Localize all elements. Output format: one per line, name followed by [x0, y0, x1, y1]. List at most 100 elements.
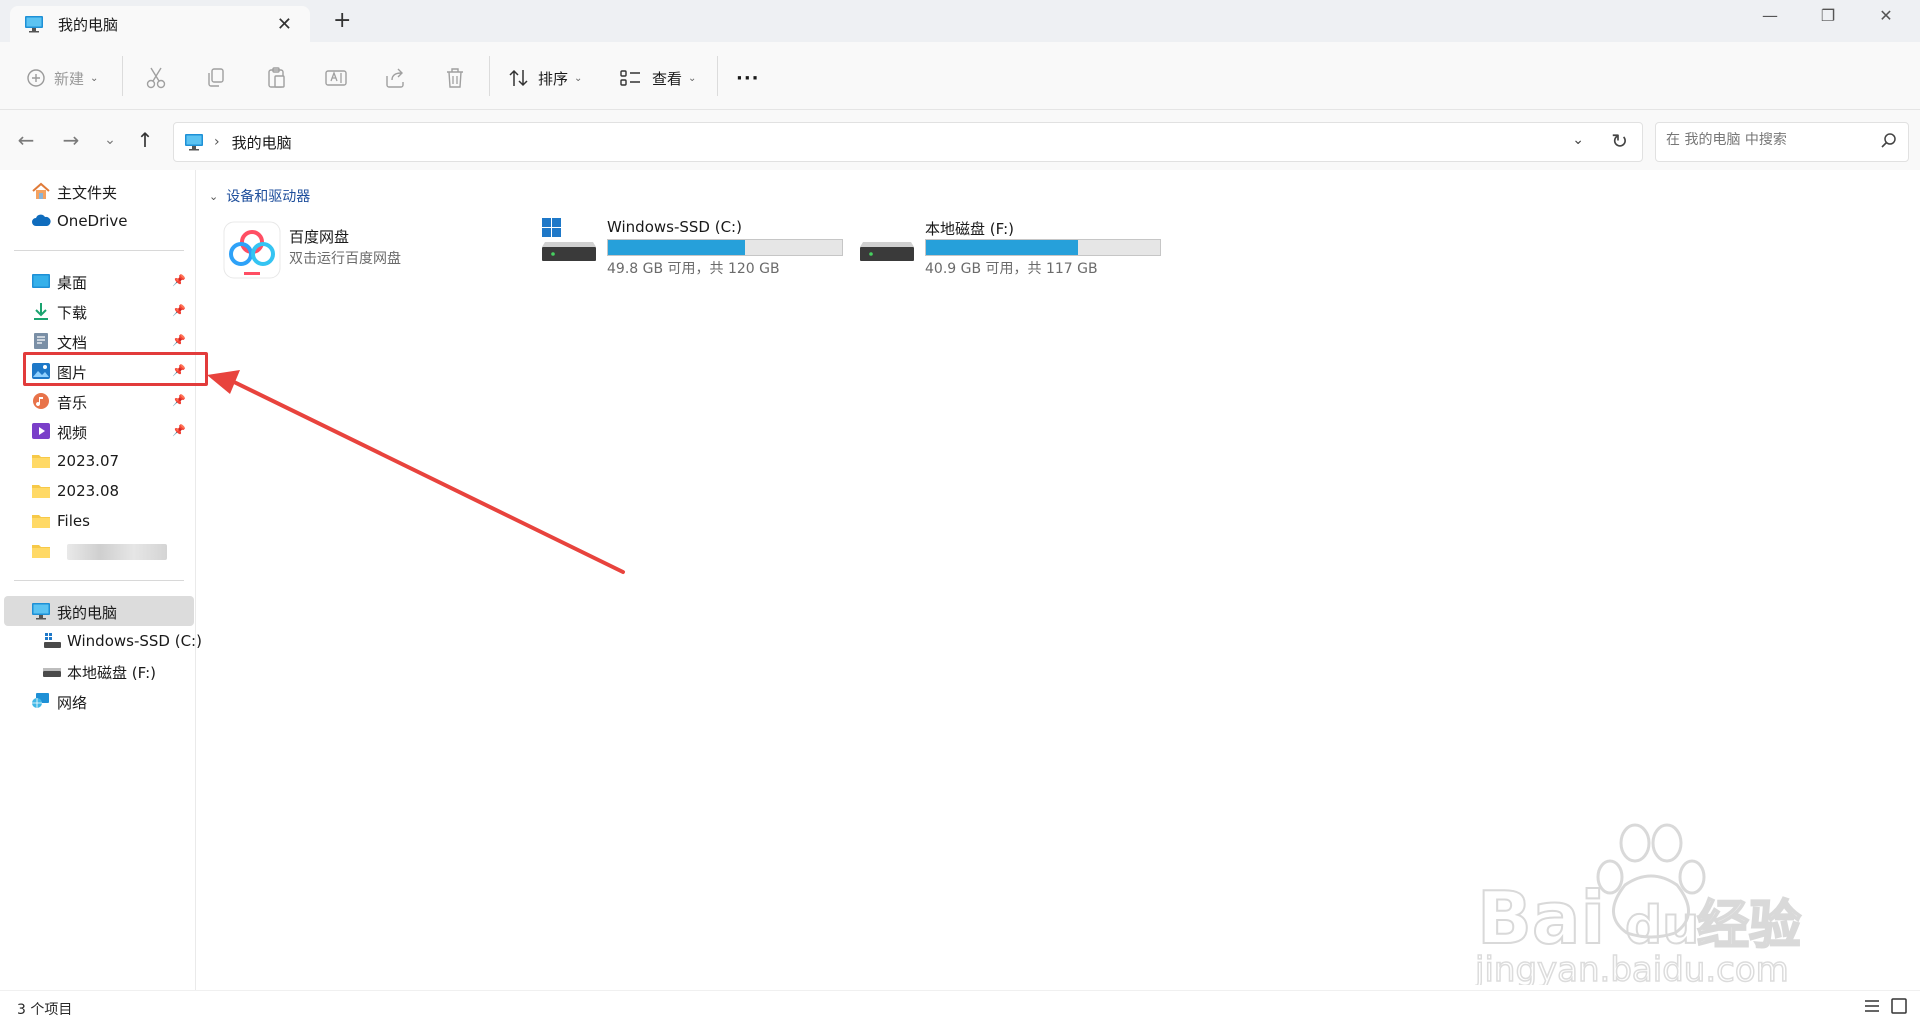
pin-icon[interactable]: 📌 [172, 334, 186, 347]
pin-icon[interactable]: 📌 [172, 424, 186, 437]
drive-icon [43, 668, 61, 677]
sidebar-item-label: 我的电脑 [57, 604, 118, 622]
command-bar: 新建 ⌄ 排序 ⌄ 查看 ⌄ ··· [0, 42, 1920, 110]
home-icon [32, 182, 50, 199]
details-view-icon[interactable] [1863, 998, 1881, 1014]
sidebar-item-home[interactable]: 主文件夹 [4, 176, 194, 206]
copy-icon[interactable] [205, 64, 227, 92]
tiles-view-icon[interactable] [1890, 998, 1908, 1014]
blurred-folder-name [67, 544, 167, 560]
toolbar-divider [122, 56, 123, 96]
maximize-button[interactable]: ❐ [1808, 6, 1848, 25]
search-input[interactable] [1666, 132, 1866, 148]
svg-text:jingyan.baidu.com: jingyan.baidu.com [1475, 950, 1789, 985]
computer-icon [32, 603, 50, 620]
new-button[interactable]: 新建 ⌄ [26, 64, 98, 92]
sidebar-item-label: 下载 [57, 304, 88, 322]
documents-icon [34, 333, 48, 349]
view-button[interactable]: 查看 ⌄ [620, 64, 696, 92]
search-box[interactable] [1655, 122, 1909, 162]
file-explorer-window: 我的电脑 ✕ + — ❐ ✕ 新建 ⌄ 排序 ⌄ 查看 ⌄ ··· ← → ⌄ … [0, 0, 1920, 1021]
sidebar-item-network[interactable]: 网络 [4, 686, 194, 716]
address-dropdown-chevron-icon[interactable]: ⌄ [1572, 132, 1584, 148]
close-window-button[interactable]: ✕ [1866, 6, 1906, 25]
sidebar-divider [14, 250, 184, 251]
sidebar-item-label: Files [57, 512, 90, 530]
refresh-icon[interactable]: ↻ [1611, 129, 1628, 153]
desktop-icon [32, 274, 50, 288]
sidebar-item-folder-2023-08[interactable]: 2023.08 [4, 476, 194, 506]
tab-my-computer[interactable]: 我的电脑 ✕ [10, 6, 310, 42]
sidebar-item-folder-2023-07[interactable]: 2023.07 [4, 446, 194, 476]
folder-icon [32, 545, 50, 558]
cut-icon[interactable] [145, 64, 167, 92]
sidebar-item-videos[interactable]: 视频 📌 [4, 416, 194, 446]
pin-icon[interactable]: 📌 [172, 274, 186, 287]
sidebar-item-label: OneDrive [57, 212, 128, 230]
navigation-pane: 主文件夹 OneDrive 桌面 📌 下载 📌 文档 📌 图片 📌 音乐 📌 视… [0, 170, 202, 990]
more-options-button[interactable]: ··· [736, 64, 760, 92]
windows-drive-icon [44, 633, 61, 648]
paste-icon[interactable] [265, 64, 287, 92]
item-name: 本地磁盘 (F:) [925, 220, 1014, 238]
svg-text:Bai: Bai [1477, 876, 1605, 960]
recent-locations-chevron-icon[interactable]: ⌄ [96, 132, 124, 148]
item-name: 百度网盘 [289, 228, 350, 246]
chevron-down-icon: ⌄ [90, 72, 99, 84]
sidebar-item-label: 主文件夹 [57, 184, 118, 202]
drive-f-tile[interactable]: 本地磁盘 (F:) 40.9 GB 可用，共 117 GB [858, 218, 1168, 288]
group-header-devices[interactable]: ⌄ 设备和驱动器 [209, 186, 310, 206]
sidebar-item-drive-f[interactable]: 本地磁盘 (F:) [4, 656, 194, 686]
address-row: ← → ⌄ ↑ › 我的电脑 ⌄ ↻ [0, 110, 1920, 170]
address-bar[interactable]: › 我的电脑 ⌄ ↻ [173, 122, 1643, 162]
sort-button[interactable]: 排序 ⌄ [508, 64, 582, 92]
share-icon[interactable] [384, 64, 406, 92]
toolbar-divider [489, 56, 490, 96]
delete-icon[interactable] [444, 64, 466, 92]
sidebar-item-downloads[interactable]: 下载 📌 [4, 296, 194, 326]
baidu-netdisk-tile[interactable]: 百度网盘 双击运行百度网盘 [222, 218, 522, 288]
forward-arrow-icon[interactable]: → [57, 128, 85, 152]
new-tab-button[interactable]: + [333, 8, 351, 33]
minimize-button[interactable]: — [1750, 6, 1790, 25]
breadcrumb-my-computer[interactable]: 我的电脑 [232, 132, 292, 153]
sidebar-item-this-pc[interactable]: 我的电脑 [4, 596, 194, 626]
sidebar-item-desktop[interactable]: 桌面 📌 [4, 266, 194, 296]
view-button-label: 查看 [652, 69, 683, 88]
drive-c-tile[interactable]: Windows-SSD (C:) 49.8 GB 可用，共 120 GB [540, 218, 850, 288]
folder-icon [32, 485, 50, 498]
sidebar-item-music[interactable]: 音乐 📌 [4, 386, 194, 416]
drive-f-usage-bar [925, 239, 1161, 256]
annotation-highlight-box [23, 352, 208, 386]
sidebar-item-drive-c[interactable]: Windows-SSD (C:) [4, 626, 202, 656]
sidebar-item-label: 2023.07 [57, 452, 120, 470]
search-icon[interactable] [1880, 132, 1898, 150]
item-count: 3 个项目 [17, 1002, 73, 1018]
sidebar-item-onedrive[interactable]: OneDrive [4, 206, 194, 236]
pin-icon[interactable]: 📌 [172, 304, 186, 317]
drive-f-usage-fill [926, 240, 1079, 255]
close-tab-icon[interactable]: ✕ [277, 14, 292, 35]
drive-c-usage-bar [607, 239, 843, 256]
computer-icon [185, 134, 203, 151]
chevron-down-icon: ⌄ [209, 189, 219, 203]
status-bar: 3 个项目 [0, 990, 1920, 1021]
item-subtitle: 双击运行百度网盘 [289, 251, 401, 267]
up-arrow-icon[interactable]: ↑ [131, 128, 159, 152]
tab-title: 我的电脑 [58, 15, 119, 34]
back-arrow-icon[interactable]: ← [12, 128, 40, 152]
sidebar-item-label: 2023.08 [57, 482, 120, 500]
title-bar: 我的电脑 ✕ + — ❐ ✕ [0, 0, 1920, 42]
chevron-down-icon: ⌄ [688, 72, 697, 84]
computer-icon [25, 16, 43, 33]
sidebar-item-label: 网络 [57, 694, 88, 712]
drive-c-usage-fill [608, 240, 745, 255]
sidebar-item-folder-files[interactable]: Files [4, 506, 194, 536]
plus-circle-icon [27, 69, 45, 87]
sidebar-item-label: 桌面 [57, 274, 88, 292]
sidebar-divider [14, 580, 184, 581]
rename-icon[interactable] [324, 64, 348, 92]
music-icon [33, 393, 49, 409]
pin-icon[interactable]: 📌 [172, 394, 186, 407]
sort-arrows-icon [509, 69, 528, 87]
